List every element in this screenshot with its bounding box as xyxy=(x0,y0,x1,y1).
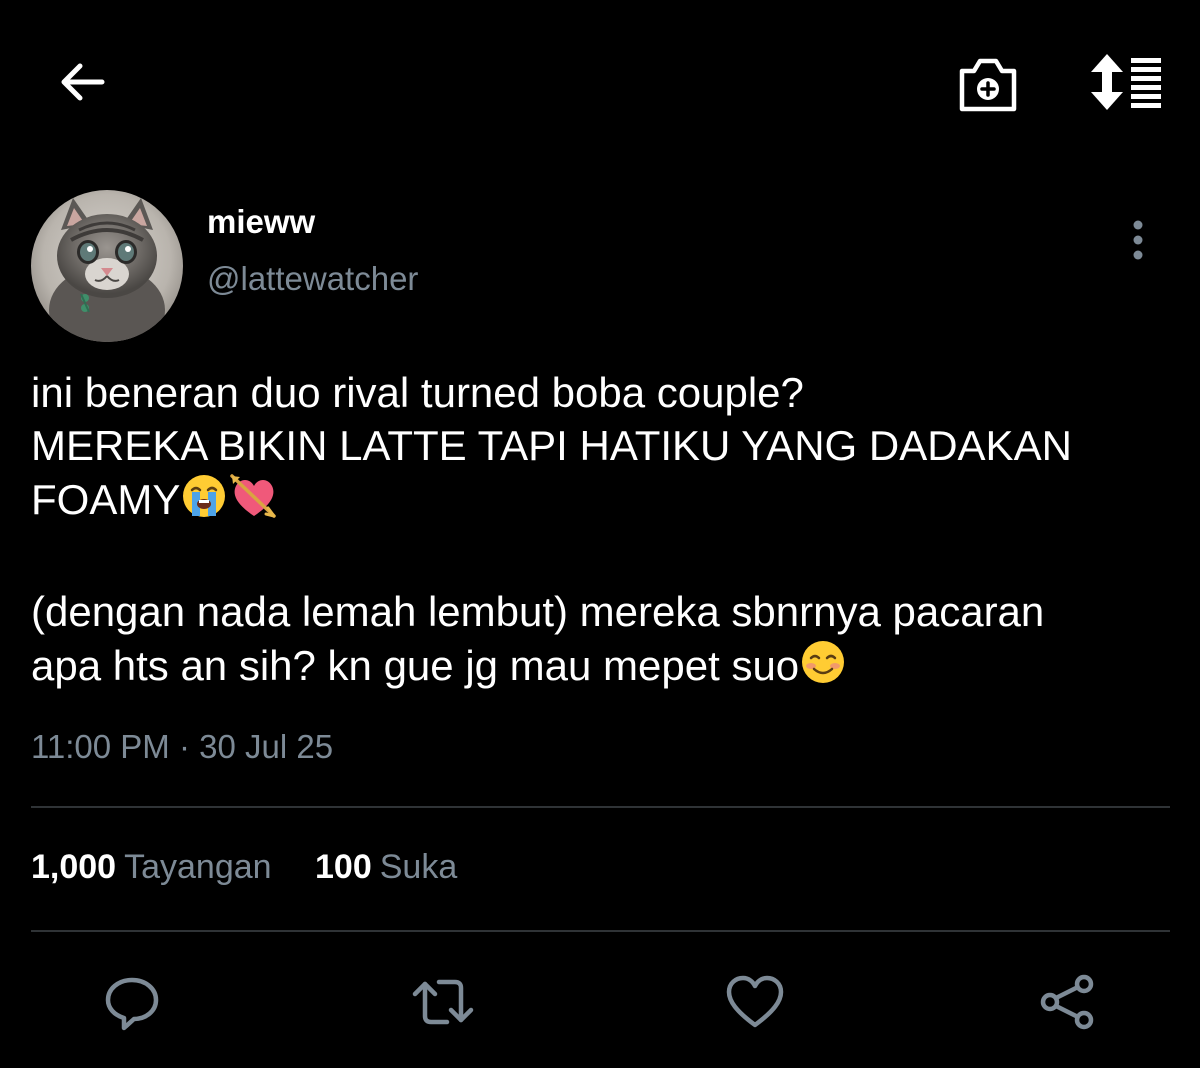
avatar[interactable] xyxy=(31,190,183,342)
reply-button[interactable] xyxy=(100,970,164,1034)
reply-icon xyxy=(105,977,159,1031)
kitten-avatar-image xyxy=(31,190,183,342)
tweet-line-1: ini beneran duo rival turned boba couple… xyxy=(31,369,804,416)
divider xyxy=(31,806,1170,808)
tweet-text-line: apa hts an sih? kn gue jg mau mepet suo xyxy=(31,638,1171,698)
camera-plus-icon xyxy=(959,58,1017,112)
heart-with-arrow-emoji xyxy=(228,472,280,532)
author-handle[interactable]: @lattewatcher xyxy=(207,260,418,298)
back-button[interactable] xyxy=(50,50,114,114)
share-icon xyxy=(1040,974,1094,1030)
tweet-text-line: MEREKA BIKIN LATTE TAPI HATIKU YANG DADA… xyxy=(31,419,1171,472)
arrow-left-icon xyxy=(61,63,105,101)
tweet-text-line: FOAMY xyxy=(31,472,1171,532)
views-stat[interactable]: 1,000 Tayangan xyxy=(31,848,272,887)
like-button[interactable] xyxy=(723,970,787,1034)
top-bar xyxy=(0,0,1200,170)
retweet-icon xyxy=(412,979,474,1025)
heart-icon xyxy=(726,975,784,1028)
retweet-button[interactable] xyxy=(411,970,475,1034)
likes-stat[interactable]: 100 Suka xyxy=(315,848,457,887)
tweet-line-3: FOAMY xyxy=(31,476,181,523)
crying-face-emoji xyxy=(180,472,228,532)
tweet-stats: 1,000 Tayangan 100 Suka xyxy=(31,848,491,887)
share-button[interactable] xyxy=(1036,970,1100,1034)
smiling-face-emoji xyxy=(799,638,847,698)
tweet-line-4: (dengan nada lemah lembut) mereka sbnrny… xyxy=(31,588,1045,635)
likes-label: Suka xyxy=(379,848,458,886)
more-options-button[interactable] xyxy=(1118,216,1158,264)
tweet-text: ini beneran duo rival turned boba couple… xyxy=(31,366,1171,698)
sort-button[interactable] xyxy=(1086,50,1170,114)
views-count: 1,000 xyxy=(31,848,117,886)
tweet-line-2: MEREKA BIKIN LATTE TAPI HATIKU YANG DADA… xyxy=(31,422,1072,469)
tweet-text-line: ini beneran duo rival turned boba couple… xyxy=(31,366,1171,419)
sort-list-icon xyxy=(1091,54,1161,110)
views-label: Tayangan xyxy=(124,848,272,886)
camera-button[interactable] xyxy=(950,50,1026,120)
tweet-timestamp: 11:00 PM · 30 Jul 25 xyxy=(31,728,334,765)
more-vertical-icon xyxy=(1133,220,1143,260)
tweet-line-5: apa hts an sih? kn gue jg mau mepet suo xyxy=(31,642,800,689)
tweet-text-line: (dengan nada lemah lembut) mereka sbnrny… xyxy=(31,585,1171,638)
author-name[interactable]: mieww xyxy=(207,203,315,241)
divider xyxy=(31,930,1170,932)
likes-count: 100 xyxy=(315,848,372,886)
